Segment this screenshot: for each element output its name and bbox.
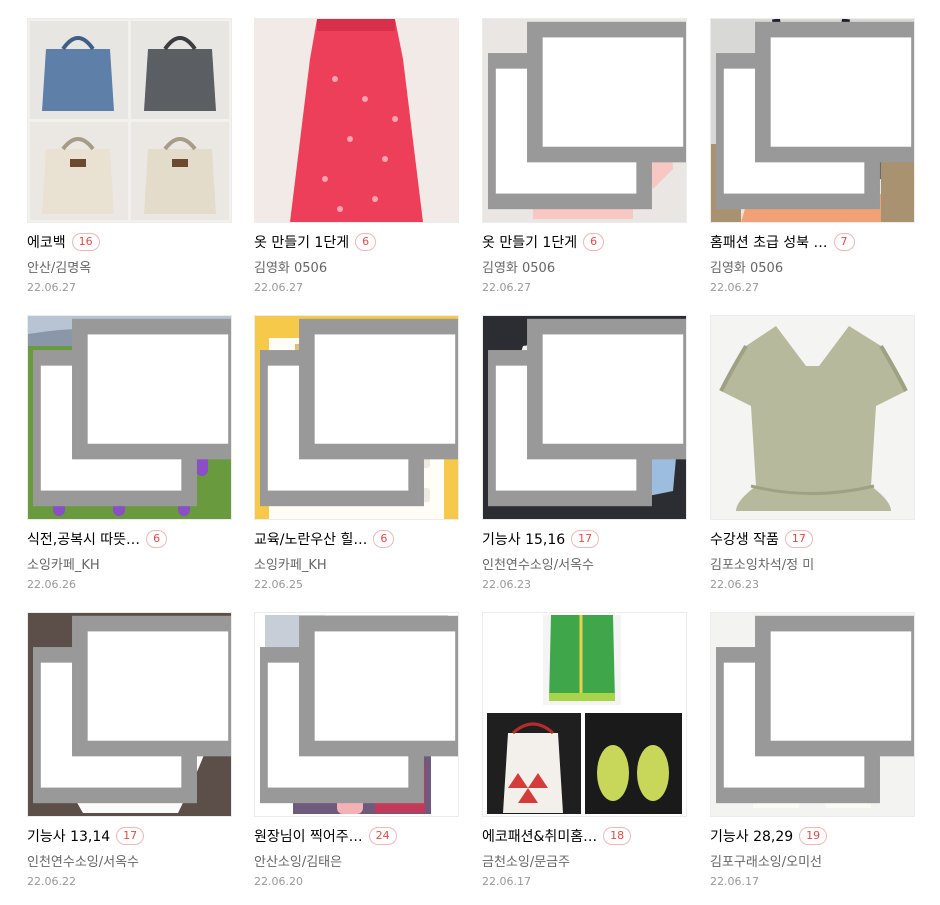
post-thumbnail[interactable] [482, 612, 687, 817]
comment-count-badge: 24 [368, 827, 397, 845]
post-title[interactable]: 옷 만들기 1단게 [254, 232, 349, 252]
post-thumbnail[interactable] [710, 315, 915, 520]
post-title[interactable]: 홈패션 초급 성북 … [710, 232, 828, 252]
post-date: 22.06.23 [710, 578, 759, 591]
post-thumbnail[interactable] [254, 18, 459, 223]
multi-image-icon [260, 318, 458, 507]
post-author[interactable]: 소잉카페_KH [254, 554, 459, 573]
post-title[interactable]: 에코패션&취미홈… [482, 826, 597, 846]
multi-image-icon [488, 318, 686, 507]
post-author[interactable]: 김포구래소잉/오미선 [710, 851, 915, 870]
post-card[interactable]: 원장님이 찍어주… 24 안산소잉/김태은 22.06.20 [254, 612, 459, 888]
post-date: 22.06.25 [254, 578, 303, 591]
post-thumbnail[interactable] [482, 18, 687, 223]
post-title[interactable]: 기능사 13,14 [27, 826, 110, 846]
comment-count-badge: 17 [116, 827, 145, 845]
multi-image-icon [716, 615, 914, 804]
comment-count-badge: 6 [583, 233, 605, 251]
post-card[interactable]: 식전,공복시 따뜻… 6 소잉카페_KH 22.06.26 [27, 315, 232, 591]
post-card[interactable]: 에코백 16 안산/김명옥 22.06.27 [27, 18, 232, 294]
post-thumbnail[interactable] [482, 315, 687, 520]
post-thumbnail[interactable] [710, 612, 915, 817]
post-title[interactable]: 기능사 28,29 [710, 826, 793, 846]
post-author[interactable]: 김영화 0506 [710, 257, 915, 276]
comment-count-badge: 19 [799, 827, 828, 845]
post-card[interactable]: 교육/노란우산 힐… 6 소잉카페_KH 22.06.25 [254, 315, 459, 591]
comment-count-badge: 7 [833, 233, 855, 251]
post-title[interactable]: 원장님이 찍어주… [254, 826, 363, 846]
post-author[interactable]: 인천연수소잉/서옥수 [482, 554, 687, 573]
post-card[interactable]: 기능사 15,16 17 인천연수소잉/서옥수 22.06.23 [482, 315, 687, 591]
post-title[interactable]: 에코백 [27, 232, 66, 252]
post-title[interactable]: 교육/노란우산 힐… [254, 529, 367, 549]
post-author[interactable]: 금천소잉/문금주 [482, 851, 687, 870]
post-thumbnail[interactable] [710, 18, 915, 223]
post-thumbnail[interactable] [254, 612, 459, 817]
comment-count-badge: 6 [373, 530, 395, 548]
post-date: 22.06.26 [27, 578, 76, 591]
post-card[interactable]: 기능사 13,14 17 인천연수소잉/서옥수 22.06.22 [27, 612, 232, 888]
post-date: 22.06.23 [482, 578, 531, 591]
post-thumbnail[interactable] [254, 315, 459, 520]
post-date: 22.06.17 [710, 875, 759, 888]
post-author[interactable]: 김영화 0506 [254, 257, 459, 276]
post-author[interactable]: 김포소잉차석/정 미 [710, 554, 915, 573]
comment-count-badge: 16 [71, 233, 100, 251]
post-author[interactable]: 소잉카페_KH [27, 554, 232, 573]
post-card[interactable]: 기능사 28,29 19 김포구래소잉/오미선 22.06.17 [710, 612, 915, 888]
post-author[interactable]: 김영화 0506 [482, 257, 687, 276]
post-date: 22.06.17 [482, 875, 531, 888]
post-card[interactable]: 옷 만들기 1단게 6 김영화 0506 22.06.27 [254, 18, 459, 294]
post-card[interactable]: 수강생 작품 17 김포소잉차석/정 미 22.06.23 [710, 315, 915, 591]
post-date: 22.06.27 [710, 281, 759, 294]
comment-count-badge: 18 [603, 827, 632, 845]
post-thumbnail[interactable] [27, 315, 232, 520]
multi-image-icon [33, 318, 231, 507]
post-title[interactable]: 식전,공복시 따뜻… [27, 529, 140, 549]
multi-image-icon [33, 615, 231, 804]
post-date: 22.06.27 [254, 281, 303, 294]
multi-image-icon [716, 21, 914, 210]
post-date: 22.06.20 [254, 875, 303, 888]
post-title[interactable]: 기능사 15,16 [482, 529, 565, 549]
post-grid: 에코백 16 안산/김명옥 22.06.27 옷 만들기 1단게 6 김영화 0… [0, 0, 940, 905]
post-author[interactable]: 안산소잉/김태은 [254, 851, 459, 870]
post-card[interactable]: 홈패션 초급 성북 … 7 김영화 0506 22.06.27 [710, 18, 915, 294]
comment-count-badge: 17 [571, 530, 600, 548]
multi-image-icon [260, 615, 458, 804]
post-date: 22.06.27 [482, 281, 531, 294]
post-date: 22.06.27 [27, 281, 76, 294]
post-card[interactable]: 옷 만들기 1단게 6 김영화 0506 22.06.27 [482, 18, 687, 294]
comment-count-badge: 6 [355, 233, 377, 251]
multi-image-icon [488, 21, 686, 210]
comment-count-badge: 17 [784, 530, 813, 548]
post-title[interactable]: 옷 만들기 1단게 [482, 232, 577, 252]
post-author[interactable]: 안산/김명옥 [27, 257, 232, 276]
post-card[interactable]: 에코패션&취미홈… 18 금천소잉/문금주 22.06.17 [482, 612, 687, 888]
post-author[interactable]: 인천연수소잉/서옥수 [27, 851, 232, 870]
post-thumbnail[interactable] [27, 18, 232, 223]
post-title[interactable]: 수강생 작품 [710, 529, 779, 549]
comment-count-badge: 6 [146, 530, 168, 548]
post-thumbnail[interactable] [27, 612, 232, 817]
post-date: 22.06.22 [27, 875, 76, 888]
